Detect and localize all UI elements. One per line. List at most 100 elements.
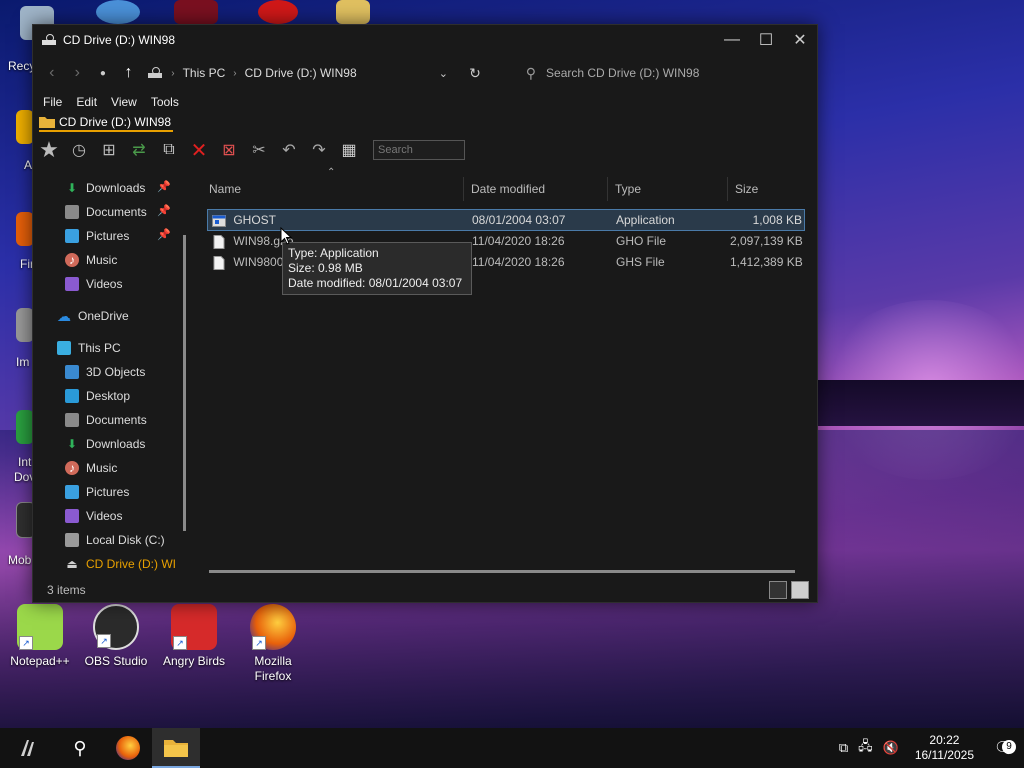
sidebar-item-documents-pc[interactable]: Documents	[65, 409, 147, 431]
favorites-star-icon[interactable]: ★	[37, 137, 61, 162]
address-dropdown-button[interactable]: ⌄	[431, 60, 457, 86]
redo-icon[interactable]: ↷	[307, 138, 331, 162]
sidebar-item-downloads-pc[interactable]: ⬇ Downloads	[65, 433, 145, 455]
move-to-icon[interactable]: ⇄	[127, 138, 151, 162]
sidebar-item-3d-objects[interactable]: 3D Objects	[65, 361, 145, 383]
sidebar-item-label: Music	[86, 253, 118, 267]
cd-drive-icon	[148, 67, 163, 78]
desktop-icon-notepadpp[interactable]: ↗ Notepad++	[2, 604, 78, 669]
horizontal-scrollbar[interactable]	[209, 570, 795, 573]
app-icon[interactable]	[174, 0, 218, 24]
pin-icon[interactable]: 📌	[157, 228, 171, 241]
copy-to-icon[interactable]: ⧉	[157, 138, 181, 162]
column-header-size[interactable]: Size	[735, 182, 758, 196]
firefox-taskbar-icon[interactable]	[104, 728, 152, 768]
network-icon[interactable]: 🖧	[858, 737, 873, 759]
chevron-right-icon[interactable]: ›	[233, 68, 236, 79]
pin-icon[interactable]: 📌	[157, 204, 171, 217]
windows-logo-icon[interactable]: ⊞	[97, 138, 121, 162]
edge-label: Mob	[8, 553, 32, 567]
file-date: 08/01/2004 03:07	[472, 213, 566, 227]
desktop-icon	[65, 389, 79, 403]
start-button[interactable]	[0, 728, 56, 768]
control-panel-icon[interactable]	[96, 0, 140, 24]
sidebar-item-pictures-pc[interactable]: Pictures	[65, 481, 129, 503]
3d-objects-icon	[65, 365, 79, 379]
search-box[interactable]: ⚲ Search CD Drive (D:) WIN98	[518, 60, 811, 86]
toolbar-search-input[interactable]: Search	[373, 140, 465, 160]
sidebar-item-music[interactable]: ♪ Music	[65, 249, 117, 271]
menu-tools[interactable]: Tools	[151, 95, 179, 109]
tooltip-date: Date modified: 08/01/2004 03:07	[288, 276, 463, 290]
undo-icon[interactable]: ↶	[277, 138, 301, 162]
sidebar-item-videos[interactable]: Videos	[65, 273, 122, 295]
delete-permanently-icon[interactable]: ⊠	[217, 138, 241, 162]
sidebar-item-desktop[interactable]: Desktop	[65, 385, 130, 407]
recent-locations-button[interactable]: ●	[90, 60, 116, 86]
menu-file[interactable]: File	[43, 95, 62, 109]
sidebar-item-documents[interactable]: Documents	[65, 201, 147, 223]
forward-button[interactable]: ›	[65, 60, 91, 86]
large-icons-view-button[interactable]	[791, 581, 809, 599]
item-count: 3 items	[47, 583, 86, 597]
file-size: 1,008 KB	[752, 213, 802, 227]
column-header-date[interactable]: Date modified	[471, 182, 545, 196]
desktop-icon-label: Angry Birds	[162, 654, 226, 668]
volume-muted-icon[interactable]: 🔇	[883, 740, 899, 756]
sidebar-item-cd-drive[interactable]: ⏏ CD Drive (D:) WI	[65, 553, 176, 575]
title-bar[interactable]: CD Drive (D:) WIN98 — ☐ ✕	[33, 25, 817, 55]
back-button[interactable]: ‹	[39, 60, 65, 86]
breadcrumb-item[interactable]: CD Drive (D:) WIN98	[39, 115, 174, 132]
file-name: GHOST	[233, 213, 277, 227]
clock[interactable]: 20:22 16/11/2025	[915, 733, 974, 763]
folder-icon	[39, 117, 55, 128]
sidebar-item-videos-pc[interactable]: Videos	[65, 505, 122, 527]
refresh-button[interactable]: ↻	[462, 60, 488, 86]
sidebar-item-onedrive[interactable]: ☁ OneDrive	[57, 305, 129, 327]
notification-center-button[interactable]: 🗨 9	[984, 738, 1024, 758]
sidebar-scrollbar[interactable]	[183, 235, 186, 531]
address-bar[interactable]: › This PC › CD Drive (D:) WIN98	[141, 60, 428, 86]
maximize-button[interactable]: ☐	[749, 25, 783, 55]
file-list: ⌃ Name Date modified Type Size GHOST 08/…	[205, 167, 809, 578]
minimize-button[interactable]: —	[715, 25, 749, 55]
menu-view[interactable]: View	[111, 95, 137, 109]
address-part[interactable]: This PC	[183, 66, 226, 80]
search-icon[interactable]: ⚲	[56, 728, 104, 768]
desktop-icon-obs[interactable]: ↗ OBS Studio	[78, 604, 154, 669]
desktop-icon-label: Mozilla Firefox	[254, 654, 292, 683]
file-row[interactable]: GHOST 08/01/2004 03:07 Application 1,008…	[207, 209, 805, 231]
file-explorer-taskbar-icon[interactable]	[152, 728, 200, 768]
column-divider[interactable]	[727, 177, 728, 201]
firefox-icon	[116, 736, 140, 760]
sidebar-item-downloads[interactable]: ⬇ Downloads	[65, 177, 145, 199]
meet-now-icon[interactable]: ⧉	[839, 740, 848, 756]
close-button[interactable]: ✕	[783, 25, 817, 55]
cut-icon[interactable]: ✂	[247, 138, 271, 162]
delete-icon[interactable]: ✕	[187, 138, 211, 162]
column-divider[interactable]	[607, 177, 608, 201]
sidebar-item-local-disk[interactable]: Local Disk (C:)	[65, 529, 165, 551]
sidebar-item-music-pc[interactable]: ♪ Music	[65, 457, 117, 479]
column-header-name[interactable]: Name	[209, 182, 241, 196]
explorer-window[interactable]: CD Drive (D:) WIN98 — ☐ ✕ ‹ › ● ↑ › This…	[32, 24, 818, 603]
app-icon[interactable]	[258, 0, 298, 24]
sidebar-item-this-pc[interactable]: This PC	[57, 337, 121, 359]
this-pc-icon	[57, 341, 71, 355]
details-view-button[interactable]	[769, 581, 787, 599]
breadcrumb: CD Drive (D:) WIN98	[33, 113, 817, 133]
menu-edit[interactable]: Edit	[76, 95, 97, 109]
status-bar: 3 items	[33, 578, 817, 602]
view-options-icon[interactable]: ▦	[337, 138, 361, 162]
sidebar-item-pictures[interactable]: Pictures	[65, 225, 129, 247]
address-part[interactable]: CD Drive (D:) WIN98	[245, 66, 357, 80]
pin-icon[interactable]: 📌	[157, 180, 171, 193]
up-button[interactable]: ↑	[116, 60, 142, 86]
desktop-icon-firefox[interactable]: ↗ Mozilla Firefox	[235, 604, 311, 684]
chevron-right-icon[interactable]: ›	[171, 68, 174, 79]
column-header-type[interactable]: Type	[615, 182, 641, 196]
app-icon[interactable]	[336, 0, 370, 24]
desktop-icon-angry-birds[interactable]: ↗ Angry Birds	[156, 604, 232, 669]
history-clock-icon[interactable]: ◷	[67, 138, 91, 162]
column-divider[interactable]	[463, 177, 464, 201]
